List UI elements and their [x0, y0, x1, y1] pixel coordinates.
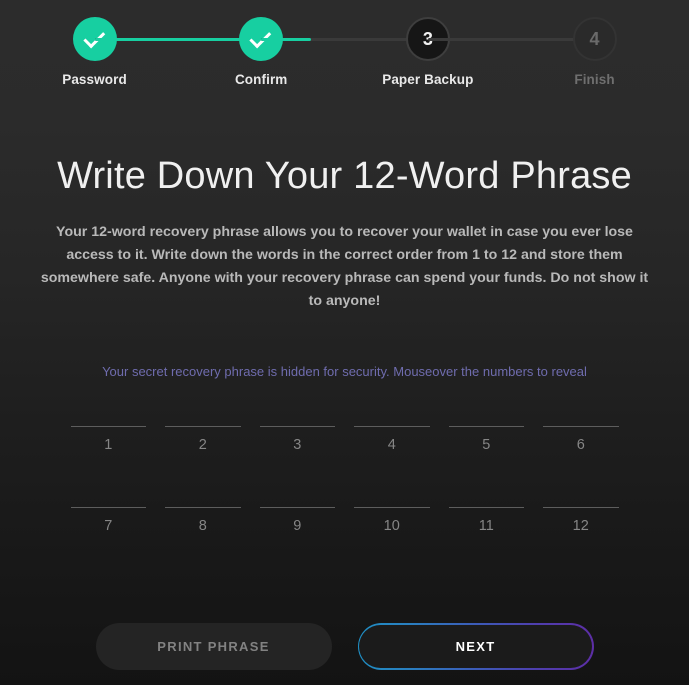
phrase-slot[interactable]: 8: [165, 506, 241, 554]
security-hint: Your secret recovery phrase is hidden fo…: [102, 363, 587, 379]
phrase-slot-number: 2: [198, 436, 207, 453]
phrase-slot-number: 4: [387, 436, 396, 453]
next-button-gradient-border: NEXT: [357, 623, 594, 670]
connector-3: [427, 37, 595, 41]
phrase-slot-number: 11: [478, 517, 494, 534]
step-paper-backup-label: Paper Backup: [382, 72, 474, 87]
phrase-slot[interactable]: 1: [70, 425, 146, 473]
connector-2: [261, 37, 428, 41]
connector-1: [94, 37, 262, 41]
phrase-slot[interactable]: 3: [259, 425, 335, 473]
phrase-slot-number: 9: [293, 517, 302, 534]
page-title: Write Down Your 12-Word Phrase: [57, 155, 632, 197]
phrase-slot-number: 7: [104, 517, 113, 534]
step-password-label: Password: [62, 72, 127, 87]
connector-1-fill: [94, 37, 262, 41]
progress-stepper: Password Confirm 3 Paper Backup 4 Finish: [0, 0, 689, 100]
check-icon: [249, 25, 272, 48]
footer-actions: PRINT PHRASE NEXT: [0, 623, 689, 670]
phrase-slot[interactable]: 11: [448, 506, 524, 554]
step-finish-label: Finish: [574, 72, 615, 87]
phrase-slot-number: 1: [104, 436, 113, 453]
phrase-slot-number: 6: [576, 436, 585, 453]
stepper-track: Password Confirm 3 Paper Backup 4 Finish: [62, 17, 617, 87]
phrase-slot[interactable]: 6: [543, 425, 619, 473]
next-button[interactable]: NEXT: [359, 624, 592, 669]
print-phrase-button[interactable]: PRINT PHRASE: [95, 623, 332, 670]
phrase-slot[interactable]: 12: [543, 506, 619, 554]
page-description: Your 12-word recovery phrase allows you …: [40, 223, 649, 309]
check-icon: [82, 25, 105, 48]
phrase-slot[interactable]: 4: [354, 425, 430, 473]
phrase-slot-number: 10: [383, 517, 400, 534]
phrase-slot[interactable]: 7: [70, 506, 146, 554]
phrase-slot-number: 5: [482, 436, 491, 453]
phrase-slot[interactable]: 10: [354, 506, 430, 554]
phrase-slot[interactable]: 9: [259, 506, 335, 554]
phrase-slot[interactable]: 5: [448, 425, 524, 473]
step-confirm-label: Confirm: [234, 72, 288, 87]
recovery-phrase-grid: 1 2 3 4 5 6 7 8 9 10 11 12: [70, 425, 619, 554]
phrase-slot[interactable]: 2: [165, 425, 241, 473]
phrase-slot-number: 12: [572, 517, 589, 534]
phrase-slot-number: 8: [198, 517, 207, 534]
connector-2-fill: [261, 37, 312, 41]
step-finish-circle[interactable]: 4: [572, 17, 617, 61]
phrase-slot-number: 3: [293, 436, 302, 453]
